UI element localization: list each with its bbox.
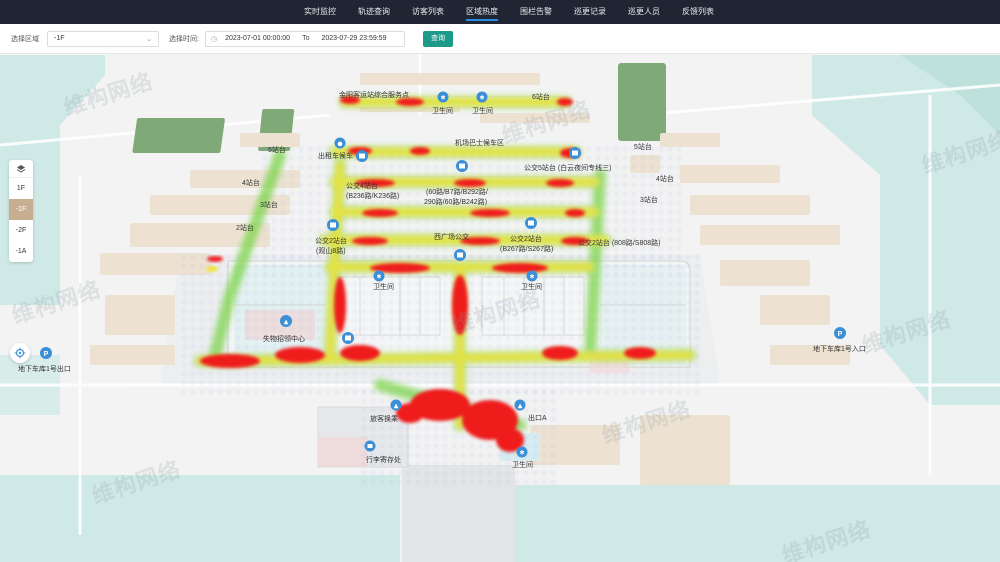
- svg-text:●: ●: [337, 141, 342, 148]
- label-station-4: 4站台: [242, 180, 260, 187]
- svg-text:▲: ▲: [394, 403, 399, 410]
- chevron-down-icon: ⌄: [146, 35, 152, 43]
- tab-patrol-staff[interactable]: 巡更人员: [628, 0, 660, 24]
- svg-text:✱: ✱: [440, 95, 445, 102]
- filter-bar: 选择区域 -1F ⌄ 选择时间: ◷ 2023-07-01 00:00:00 T…: [0, 24, 1000, 54]
- area-label: 选择区域: [11, 35, 39, 43]
- floor-b1a[interactable]: -1A: [9, 241, 33, 262]
- label-toilet: 卫生间: [512, 462, 533, 469]
- label-service-point: 金阳客运站综合服务点: [339, 92, 409, 99]
- label-toilet: 卫生间: [373, 284, 394, 291]
- label-taxi: 出租车候车: [318, 153, 353, 160]
- label-passenger-transfer: 旅客换乘: [370, 416, 398, 423]
- label-toilet: 卫生间: [472, 108, 493, 115]
- label-airport-bus: 机场巴士候车区: [455, 140, 504, 147]
- label-station-4: 4站台: [656, 176, 674, 183]
- svg-text:✱: ✱: [479, 95, 484, 102]
- label-west-plaza: 西广场公交: [434, 234, 469, 241]
- floor-plan-map: ✱ ✱ ● ✱ ✱ P P ▲ ▲ ▲ ✱: [0, 55, 1000, 562]
- floor-1f[interactable]: 1F: [9, 178, 33, 199]
- crosshair-icon: [14, 347, 26, 359]
- label-station-3: 3站台: [260, 202, 278, 209]
- tab-realtime-monitor[interactable]: 实时监控: [304, 0, 336, 24]
- label-toilet: 卫生间: [521, 284, 542, 291]
- tab-feedback-list[interactable]: 反馈列表: [682, 0, 714, 24]
- floor-b2[interactable]: -2F: [9, 220, 33, 241]
- label-station-6: 6站台: [532, 94, 550, 101]
- locate-button[interactable]: [10, 343, 30, 363]
- label-bus-3-routes: (60路/B7路/B292路/: [426, 189, 488, 196]
- floor-b1[interactable]: -1F: [9, 199, 33, 220]
- label-station-3: 3站台: [640, 197, 658, 204]
- label-bus-4-routes: (B236路/K236路): [346, 193, 400, 200]
- tab-fence-alarm[interactable]: 围栏告警: [520, 0, 552, 24]
- time-label: 选择时间:: [169, 35, 199, 43]
- label-station-2: 2站台: [236, 225, 254, 232]
- svg-text:▲: ▲: [284, 319, 289, 326]
- label-bus-5: 公交5站台 (白云夜间专线三): [524, 165, 612, 172]
- label-station-5: 5站台: [634, 144, 652, 151]
- label-parking-exit: 地下车库1号出口: [18, 366, 71, 373]
- svg-text:✱: ✱: [529, 274, 534, 281]
- svg-text:▲: ▲: [518, 403, 523, 410]
- svg-text:✱: ✱: [519, 450, 524, 457]
- label-parking-entrance: 地下车库1号入口: [813, 346, 866, 353]
- clock-icon: ◷: [210, 35, 218, 43]
- nav-tabs: 实时监控 轨迹查询 访客列表 区域热度 围栏告警 巡更记录 巡更人员 反馈列表: [304, 0, 714, 24]
- label-bus-2-mid-routes: (B267路/S267路): [500, 246, 554, 253]
- query-button[interactable]: 查询: [422, 30, 453, 47]
- label-station-5: 5站台: [268, 147, 286, 154]
- svg-text:✱: ✱: [376, 274, 381, 281]
- layers-icon[interactable]: [9, 160, 33, 178]
- label-lost-found: 失物招领中心: [263, 336, 305, 343]
- svg-text:P: P: [44, 351, 49, 358]
- heatmap-canvas[interactable]: ✱ ✱ ● ✱ ✱ P P ▲ ▲ ▲ ✱ 维构网络 维构网络 维构网络 维构网…: [0, 55, 1000, 562]
- start-time-field[interactable]: 2023-07-01 00:00:00: [225, 35, 290, 42]
- range-separator: To: [302, 35, 310, 42]
- tab-visitor-list[interactable]: 访客列表: [412, 0, 444, 24]
- label-bus-4: 公交4站台: [346, 183, 378, 190]
- tab-patrol-records[interactable]: 巡更记录: [574, 0, 606, 24]
- area-select[interactable]: -1F ⌄: [47, 30, 159, 47]
- end-time-field[interactable]: 2023-07-29 23:59:59: [321, 35, 386, 42]
- label-bus-2-right: 公交2站台 (808路/S808路): [578, 240, 661, 247]
- label-bus-2: 公交2站台: [315, 238, 347, 245]
- label-exit-a: 出口A: [528, 415, 547, 422]
- tab-track-query[interactable]: 轨迹查询: [358, 0, 390, 24]
- date-range-picker[interactable]: ◷ 2023-07-01 00:00:00 To 2023-07-29 23:5…: [204, 30, 405, 47]
- label-bus-3-routes: 290路/60路/B242路): [424, 199, 488, 206]
- svg-text:P: P: [838, 331, 843, 338]
- tab-area-heat[interactable]: 区域热度: [466, 0, 498, 24]
- label-bus-2-guanshan: (观山8路): [316, 248, 346, 255]
- top-navigation: 实时监控 轨迹查询 访客列表 区域热度 围栏告警 巡更记录 巡更人员 反馈列表: [0, 0, 1000, 24]
- floor-switcher: 1F -1F -2F -1A: [9, 160, 33, 262]
- label-toilet: 卫生间: [432, 108, 453, 115]
- label-luggage-storage: 行李寄存处: [366, 457, 401, 464]
- label-bus-2-mid: 公交2站台: [510, 236, 542, 243]
- area-select-value: -1F: [54, 35, 65, 42]
